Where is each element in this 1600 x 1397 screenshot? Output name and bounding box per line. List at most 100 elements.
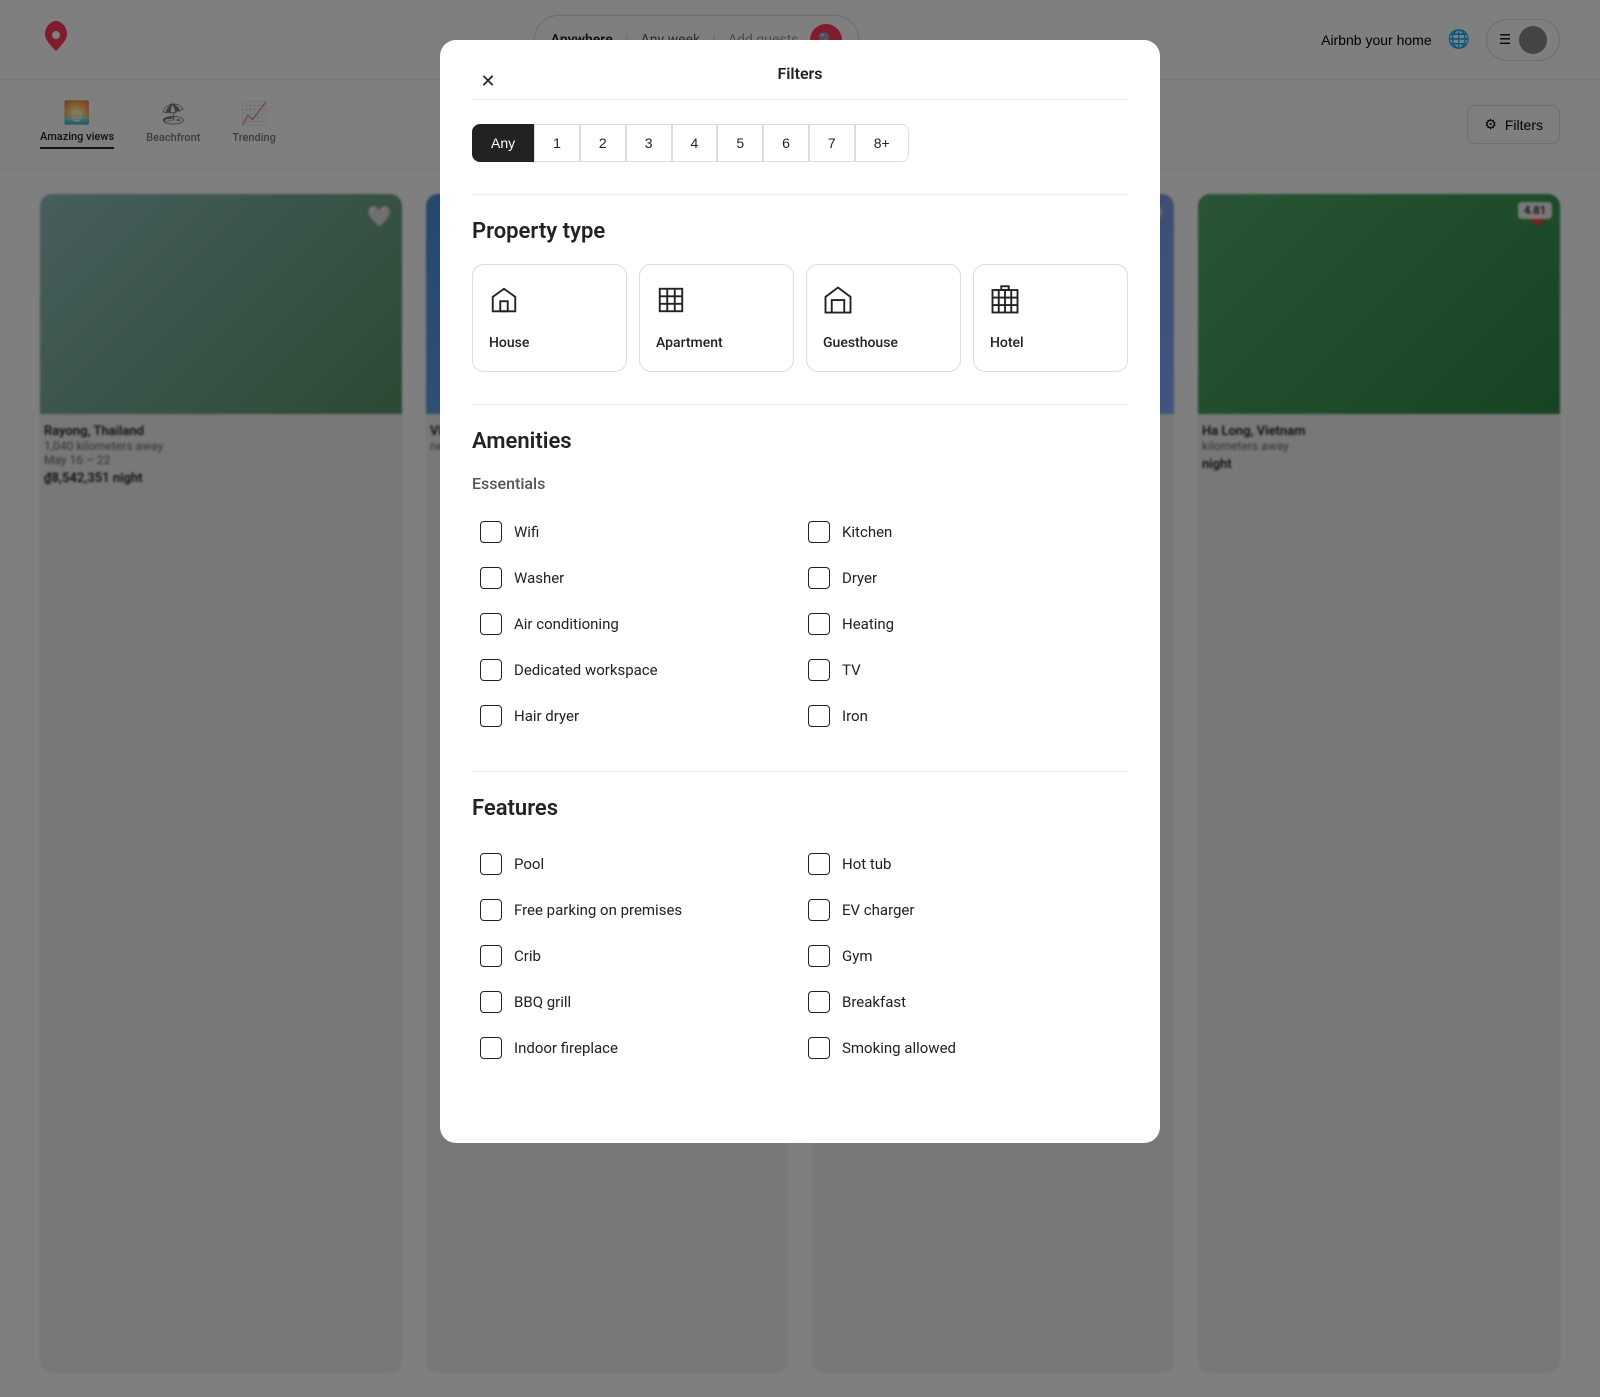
heating-checkbox[interactable] [808, 613, 830, 635]
smoking-allowed-label: Smoking allowed [842, 1039, 956, 1057]
kitchen-checkbox[interactable] [808, 521, 830, 543]
amenity-hair-dryer[interactable]: Hair dryer [472, 693, 800, 739]
divider [472, 194, 1128, 195]
num-btn-7[interactable]: 7 [809, 124, 855, 162]
house-label: House [489, 335, 529, 351]
num-btn-3[interactable]: 3 [626, 124, 672, 162]
num-btn-8plus[interactable]: 8+ [855, 124, 909, 162]
indoor-fireplace-checkbox[interactable] [480, 1037, 502, 1059]
property-type-grid: House Apartment [472, 264, 1128, 372]
feature-bbq-grill[interactable]: BBQ grill [472, 979, 800, 1025]
gym-checkbox[interactable] [808, 945, 830, 967]
amenity-heating[interactable]: Heating [800, 601, 1128, 647]
feature-gym[interactable]: Gym [800, 933, 1128, 979]
modal-title: Filters [777, 64, 822, 83]
ev-charger-label: EV charger [842, 901, 914, 919]
amenity-tv[interactable]: TV [800, 647, 1128, 693]
close-button[interactable]: ✕ [472, 66, 504, 98]
property-type-title: Property type [472, 219, 1128, 244]
property-type-section: Property type House [472, 219, 1128, 372]
free-parking-checkbox[interactable] [480, 899, 502, 921]
breakfast-label: Breakfast [842, 993, 906, 1011]
amenity-wifi[interactable]: Wifi [472, 509, 800, 555]
num-btn-any[interactable]: Any [472, 124, 534, 162]
features-section: Features Pool Free parking on premises C… [472, 796, 1128, 1071]
breakfast-checkbox[interactable] [808, 991, 830, 1013]
feature-breakfast[interactable]: Breakfast [800, 979, 1128, 1025]
air-conditioning-checkbox[interactable] [480, 613, 502, 635]
property-card-hotel[interactable]: Hotel [973, 264, 1128, 372]
num-btn-5[interactable]: 5 [717, 124, 763, 162]
guesthouse-icon [823, 285, 944, 322]
num-btn-1[interactable]: 1 [534, 124, 580, 162]
amenity-washer[interactable]: Washer [472, 555, 800, 601]
property-card-house[interactable]: House [472, 264, 627, 372]
feature-hot-tub[interactable]: Hot tub [800, 841, 1128, 887]
bbq-grill-checkbox[interactable] [480, 991, 502, 1013]
property-card-guesthouse[interactable]: Guesthouse [806, 264, 961, 372]
pool-checkbox[interactable] [480, 853, 502, 875]
amenity-air-conditioning[interactable]: Air conditioning [472, 601, 800, 647]
amenities-section: Amenities Essentials Wifi Washer Air co [472, 429, 1128, 739]
feature-ev-charger[interactable]: EV charger [800, 887, 1128, 933]
crib-checkbox[interactable] [480, 945, 502, 967]
feature-free-parking[interactable]: Free parking on premises [472, 887, 800, 933]
hotel-label: Hotel [990, 335, 1024, 351]
property-card-apartment[interactable]: Apartment [639, 264, 794, 372]
modal-overlay: ✕ Filters Any 1 2 3 4 5 6 7 8+ Property … [0, 0, 1600, 1397]
feature-indoor-fireplace[interactable]: Indoor fireplace [472, 1025, 800, 1071]
free-parking-label: Free parking on premises [514, 901, 682, 919]
hotel-icon [990, 285, 1111, 322]
wifi-label: Wifi [514, 523, 539, 541]
washer-checkbox[interactable] [480, 567, 502, 589]
smoking-allowed-checkbox[interactable] [808, 1037, 830, 1059]
feature-pool[interactable]: Pool [472, 841, 800, 887]
feature-crib[interactable]: Crib [472, 933, 800, 979]
amenities-right-col: Kitchen Dryer Heating TV [800, 509, 1128, 739]
heating-label: Heating [842, 615, 894, 633]
bbq-grill-label: BBQ grill [514, 993, 571, 1011]
num-btn-2[interactable]: 2 [580, 124, 626, 162]
modal-header: ✕ Filters [472, 64, 1128, 100]
gym-label: Gym [842, 947, 872, 965]
num-btn-4[interactable]: 4 [672, 124, 718, 162]
washer-label: Washer [514, 569, 564, 587]
apartment-icon [656, 285, 777, 322]
features-right-col: Hot tub EV charger Gym Breakfast [800, 841, 1128, 1071]
beds-section: Any 1 2 3 4 5 6 7 8+ [472, 124, 1128, 162]
air-conditioning-label: Air conditioning [514, 615, 619, 633]
guesthouse-label: Guesthouse [823, 335, 898, 351]
indoor-fireplace-label: Indoor fireplace [514, 1039, 618, 1057]
features-title: Features [472, 796, 1128, 821]
dryer-checkbox[interactable] [808, 567, 830, 589]
pool-label: Pool [514, 855, 544, 873]
house-icon [489, 285, 610, 322]
essentials-subtitle: Essentials [472, 474, 1128, 493]
amenity-kitchen[interactable]: Kitchen [800, 509, 1128, 555]
feature-smoking-allowed[interactable]: Smoking allowed [800, 1025, 1128, 1071]
filters-modal: ✕ Filters Any 1 2 3 4 5 6 7 8+ Property … [440, 40, 1160, 1143]
hair-dryer-checkbox[interactable] [480, 705, 502, 727]
hot-tub-checkbox[interactable] [808, 853, 830, 875]
dedicated-workspace-checkbox[interactable] [480, 659, 502, 681]
amenities-title: Amenities [472, 429, 1128, 454]
amenity-dryer[interactable]: Dryer [800, 555, 1128, 601]
num-btn-6[interactable]: 6 [763, 124, 809, 162]
amenity-dedicated-workspace[interactable]: Dedicated workspace [472, 647, 800, 693]
wifi-checkbox[interactable] [480, 521, 502, 543]
features-grid: Pool Free parking on premises Crib BBQ g… [472, 841, 1128, 1071]
hair-dryer-label: Hair dryer [514, 707, 579, 725]
features-left-col: Pool Free parking on premises Crib BBQ g… [472, 841, 800, 1071]
amenity-iron[interactable]: Iron [800, 693, 1128, 739]
divider [472, 404, 1128, 405]
iron-checkbox[interactable] [808, 705, 830, 727]
ev-charger-checkbox[interactable] [808, 899, 830, 921]
amenities-grid: Wifi Washer Air conditioning Dedicated w… [472, 509, 1128, 739]
tv-label: TV [842, 661, 861, 679]
tv-checkbox[interactable] [808, 659, 830, 681]
apartment-label: Apartment [656, 335, 723, 351]
dedicated-workspace-label: Dedicated workspace [514, 661, 658, 679]
crib-label: Crib [514, 947, 541, 965]
iron-label: Iron [842, 707, 868, 725]
hot-tub-label: Hot tub [842, 855, 891, 873]
